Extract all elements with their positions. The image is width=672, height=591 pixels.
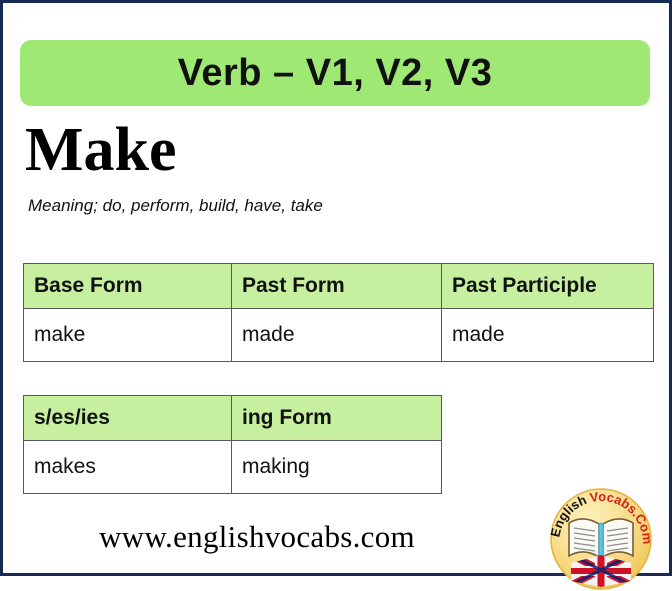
verb-forms-table: Base Form Past Form Past Participle make…	[23, 263, 654, 362]
column-header-ing-form: ing Form	[231, 395, 442, 441]
table-header-row: Base Form Past Form Past Participle	[23, 263, 654, 309]
cell-s-es-ies: makes	[23, 440, 232, 494]
banner-title: Verb – V1, V2, V3	[177, 51, 493, 94]
site-url: www.englishvocabs.com	[99, 519, 415, 554]
page-title: Make	[25, 116, 177, 184]
table-row: make made made	[23, 308, 654, 362]
meaning-text: Meaning; do, perform, build, have, take	[28, 196, 323, 215]
cell-base-form: make	[23, 308, 232, 362]
column-header-s-es-ies: s/es/ies	[23, 395, 232, 441]
column-header-base-form: Base Form	[23, 263, 232, 309]
brand-logo: English Vocabs.Com	[549, 487, 653, 591]
table-row: makes making	[23, 440, 442, 494]
open-book-icon	[568, 518, 634, 559]
cell-past-form: made	[231, 308, 442, 362]
column-header-past-participle: Past Participle	[441, 263, 654, 309]
verb-card: Verb – V1, V2, V3 Make Meaning; do, perf…	[0, 0, 672, 590]
cell-ing-form: making	[231, 440, 442, 494]
table-header-row: s/es/ies ing Form	[23, 395, 442, 441]
column-header-past-form: Past Form	[231, 263, 442, 309]
cell-past-participle: made	[441, 308, 654, 362]
verb-extra-forms-table: s/es/ies ing Form makes making	[23, 395, 442, 494]
header-banner: Verb – V1, V2, V3	[20, 40, 650, 106]
